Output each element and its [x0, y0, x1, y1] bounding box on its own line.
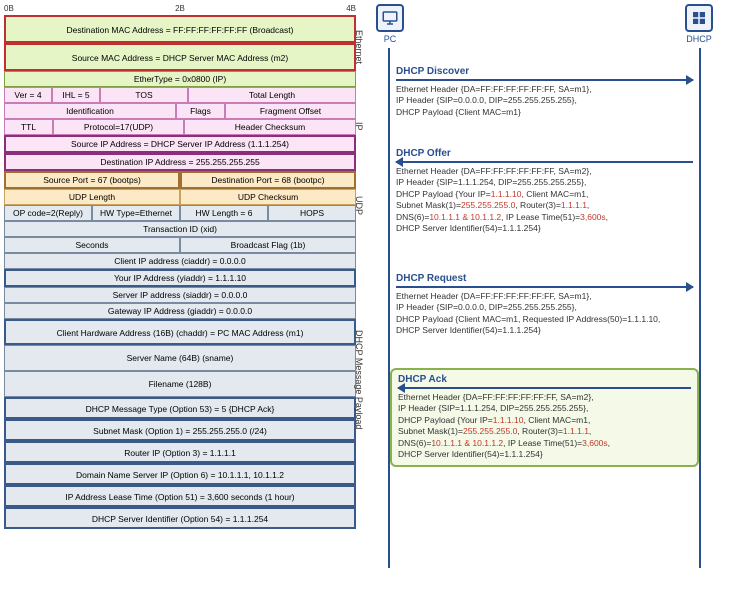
ip-sip: Source IP Address = DHCP Server IP Addre…	[4, 135, 356, 153]
node-pc: PC	[376, 4, 404, 44]
udp-dport: Destination Port = 68 (bootpc)	[180, 171, 356, 189]
pl-giaddr: Gateway IP Address (giaddr) = 0.0.0.0	[4, 303, 356, 319]
pl-chaddr: Client Hardware Address (16B) (chaddr) =…	[4, 319, 356, 345]
pl-ciaddr: Client IP address (ciaddr) = 0.0.0.0	[4, 253, 356, 269]
node-dhcp: DHCP	[685, 4, 713, 44]
ip-tos: TOS	[100, 87, 188, 103]
udp-csum: UDP Checksum	[180, 189, 356, 205]
ip-proto: Protocol=17(UDP)	[53, 119, 184, 135]
lifeline-dhcp	[699, 48, 701, 568]
dhcp-icon	[685, 4, 713, 32]
pl-opt53: DHCP Message Type (Option 53) = 5 {DHCP …	[4, 397, 356, 419]
pl-hwlen: HW Length = 6	[180, 205, 268, 221]
udp-sport: Source Port = 67 (bootps)	[4, 171, 180, 189]
pl-xid: Transaction ID (xid)	[4, 221, 356, 237]
ip-ver: Ver = 4	[4, 87, 52, 103]
pl-secs: Seconds	[4, 237, 180, 253]
msg-discover: DHCP Discover Ethernet Header {DA=FF:FF:…	[396, 66, 693, 118]
ip-ttl: TTL	[4, 119, 53, 135]
byte-ruler: 0B2B4B	[4, 4, 356, 13]
lifeline-pc	[388, 48, 390, 568]
packet-table: 0B2B4B Destination MAC Address = FF:FF:F…	[0, 0, 360, 598]
msg-request: DHCP Request Ethernet Header {DA=FF:FF:F…	[396, 273, 693, 337]
ip-flags: Flags	[176, 103, 225, 119]
pl-opt1: Subnet Mask (Option 1) = 255.255.255.0 (…	[4, 419, 356, 441]
msg-offer: DHCP Offer Ethernet Header {DA=FF:FF:FF:…	[396, 148, 693, 235]
sequence-diagram: PC DHCP DHCP Discover Ethernet Header {D…	[360, 0, 729, 598]
ip-ident: Identification	[4, 103, 176, 119]
eth-src: Source MAC Address = DHCP Server MAC Add…	[4, 43, 356, 71]
udp-len: UDP Length	[4, 189, 180, 205]
pl-opt54: DHCP Server Identifier (Option 54) = 1.1…	[4, 507, 356, 529]
pl-opt3: Router IP (Option 3) = 1.1.1.1	[4, 441, 356, 463]
ip-frag: Fragment Offset	[225, 103, 356, 119]
pc-icon	[376, 4, 404, 32]
pl-opt51: IP Address Lease Time (Option 51) = 3,60…	[4, 485, 356, 507]
pl-yiaddr: Your IP Address (yiaddr) = 1.1.1.10	[4, 269, 356, 287]
pl-bflag: Broadcast Flag (1b)	[180, 237, 356, 253]
ip-tlen: Total Length	[188, 87, 356, 103]
pl-op: OP code=2(Reply)	[4, 205, 92, 221]
msg-ack: DHCP Ack Ethernet Header {DA=FF:FF:FF:FF…	[390, 368, 699, 467]
ip-hcsum: Header Checksum	[184, 119, 356, 135]
pl-sname: Server Name (64B) (sname)	[4, 345, 356, 371]
pl-siaddr: Server IP address (siaddr) = 0.0.0.0	[4, 287, 356, 303]
pl-hops: HOPS	[268, 205, 356, 221]
pl-file: Filename (128B)	[4, 371, 356, 397]
eth-dst: Destination MAC Address = FF:FF:FF:FF:FF…	[4, 15, 356, 43]
ip-ihl: IHL = 5	[52, 87, 100, 103]
pl-hwtype: HW Type=Ethernet	[92, 205, 180, 221]
pl-opt6: Domain Name Server IP (Option 6) = 10.1.…	[4, 463, 356, 485]
eth-type: EtherType = 0x0800 (IP)	[4, 71, 356, 87]
ip-dip: Destination IP Address = 255.255.255.255	[4, 153, 356, 171]
